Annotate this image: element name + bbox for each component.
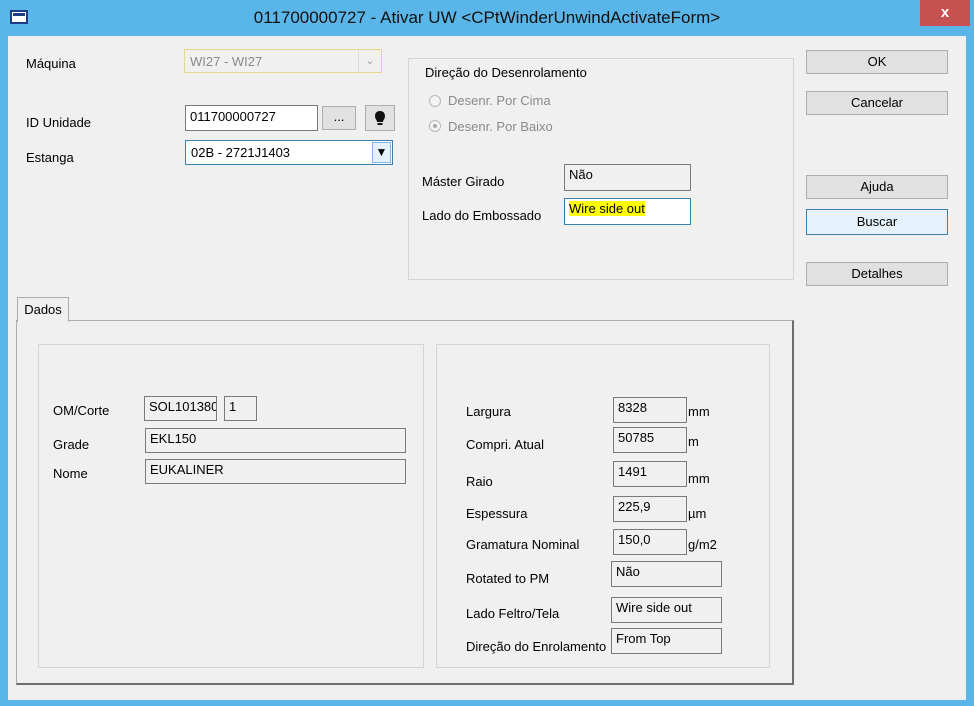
id-unidade-label: ID Unidade bbox=[26, 115, 92, 130]
id-unidade-input[interactable]: 011700000727 bbox=[185, 105, 318, 131]
grade-label: Grade bbox=[53, 437, 90, 452]
om-corte-value2: 1 bbox=[224, 396, 257, 421]
maquina-label: Máquina bbox=[26, 56, 76, 71]
dados-left-groupbox bbox=[38, 344, 424, 668]
master-girado-value: Não bbox=[564, 164, 691, 191]
close-button[interactable]: x bbox=[920, 0, 970, 26]
raio-value: 1491 bbox=[613, 461, 687, 487]
espessura-value: 225,9 bbox=[613, 496, 687, 522]
gramatura-label: Gramatura Nominal bbox=[466, 537, 580, 552]
gramatura-unit: g/m2 bbox=[688, 537, 717, 552]
espessura-label: Espessura bbox=[466, 506, 528, 521]
direction-group-title: Direção do Desenrolamento bbox=[422, 65, 590, 80]
om-corte-label: OM/Corte bbox=[53, 403, 110, 418]
lado-embossado-field[interactable]: Wire side out bbox=[564, 198, 691, 225]
compri-atual-label: Compri. Atual bbox=[466, 437, 545, 452]
compri-atual-value: 50785 bbox=[613, 427, 687, 453]
gramatura-value: 150,0 bbox=[613, 529, 687, 555]
nome-value: EUKALINER bbox=[145, 459, 406, 484]
tab-dados[interactable]: Dados bbox=[17, 297, 69, 322]
rotated-value: Não bbox=[611, 561, 722, 587]
browse-button[interactable]: ... bbox=[322, 106, 356, 130]
radio-desenr-por-baixo[interactable] bbox=[429, 120, 441, 132]
chevron-down-icon[interactable]: ▼ bbox=[372, 142, 391, 163]
estanga-label: Estanga bbox=[26, 150, 74, 165]
espessura-unit: µm bbox=[688, 506, 707, 521]
direcao-enrolamento-value: From Top bbox=[611, 628, 722, 654]
title-bar[interactable]: 011700000727 - Ativar UW <CPtWinderUnwin… bbox=[0, 0, 974, 36]
detalhes-button[interactable]: Detalhes bbox=[806, 262, 948, 286]
ajuda-button[interactable]: Ajuda bbox=[806, 175, 948, 199]
direcao-enrolamento-label: Direção do Enrolamento bbox=[466, 639, 607, 654]
rotated-label: Rotated to PM bbox=[466, 571, 550, 586]
lado-embossado-value: Wire side out bbox=[569, 201, 645, 216]
largura-unit: mm bbox=[688, 404, 710, 419]
lado-feltro-value: Wire side out bbox=[611, 597, 722, 623]
lado-feltro-label: Lado Feltro/Tela bbox=[466, 606, 560, 621]
radio-desenr-por-cima-label: Desenr. Por Cima bbox=[448, 93, 551, 108]
raio-label: Raio bbox=[466, 474, 493, 489]
dialog-window: 011700000727 - Ativar UW <CPtWinderUnwin… bbox=[0, 0, 974, 706]
window-title: 011700000727 - Ativar UW <CPtWinderUnwin… bbox=[253, 8, 721, 27]
ok-button[interactable]: OK bbox=[806, 50, 948, 74]
grade-value: EKL150 bbox=[145, 428, 406, 453]
maquina-value: WI27 - WI27 bbox=[190, 54, 263, 69]
raio-unit: mm bbox=[688, 471, 710, 486]
lamp-button[interactable] bbox=[365, 105, 395, 131]
radio-desenr-por-cima[interactable] bbox=[429, 95, 441, 107]
buscar-button[interactable]: Buscar bbox=[806, 209, 948, 235]
estanga-select[interactable]: 02B - 2721J1403 ▼ bbox=[185, 140, 393, 165]
master-girado-label: Máster Girado bbox=[422, 174, 505, 189]
chevron-down-icon[interactable]: ⌄ bbox=[358, 50, 381, 72]
compri-atual-unit: m bbox=[688, 434, 699, 449]
estanga-value: 02B - 2721J1403 bbox=[191, 145, 291, 160]
largura-value: 8328 bbox=[613, 397, 687, 423]
dialog-client-area: Máquina WI27 - WI27 ⌄ ID Unidade 0117000… bbox=[8, 36, 966, 700]
om-corte-value: SOL101380 bbox=[144, 396, 217, 421]
nome-label: Nome bbox=[53, 466, 88, 481]
maquina-select[interactable]: WI27 - WI27 ⌄ bbox=[184, 49, 382, 73]
radio-desenr-por-baixo-label: Desenr. Por Baixo bbox=[448, 119, 553, 134]
largura-label: Largura bbox=[466, 404, 511, 419]
lado-embossado-label: Lado do Embossado bbox=[422, 208, 542, 223]
cancelar-button[interactable]: Cancelar bbox=[806, 91, 948, 115]
lamp-icon bbox=[375, 111, 385, 125]
